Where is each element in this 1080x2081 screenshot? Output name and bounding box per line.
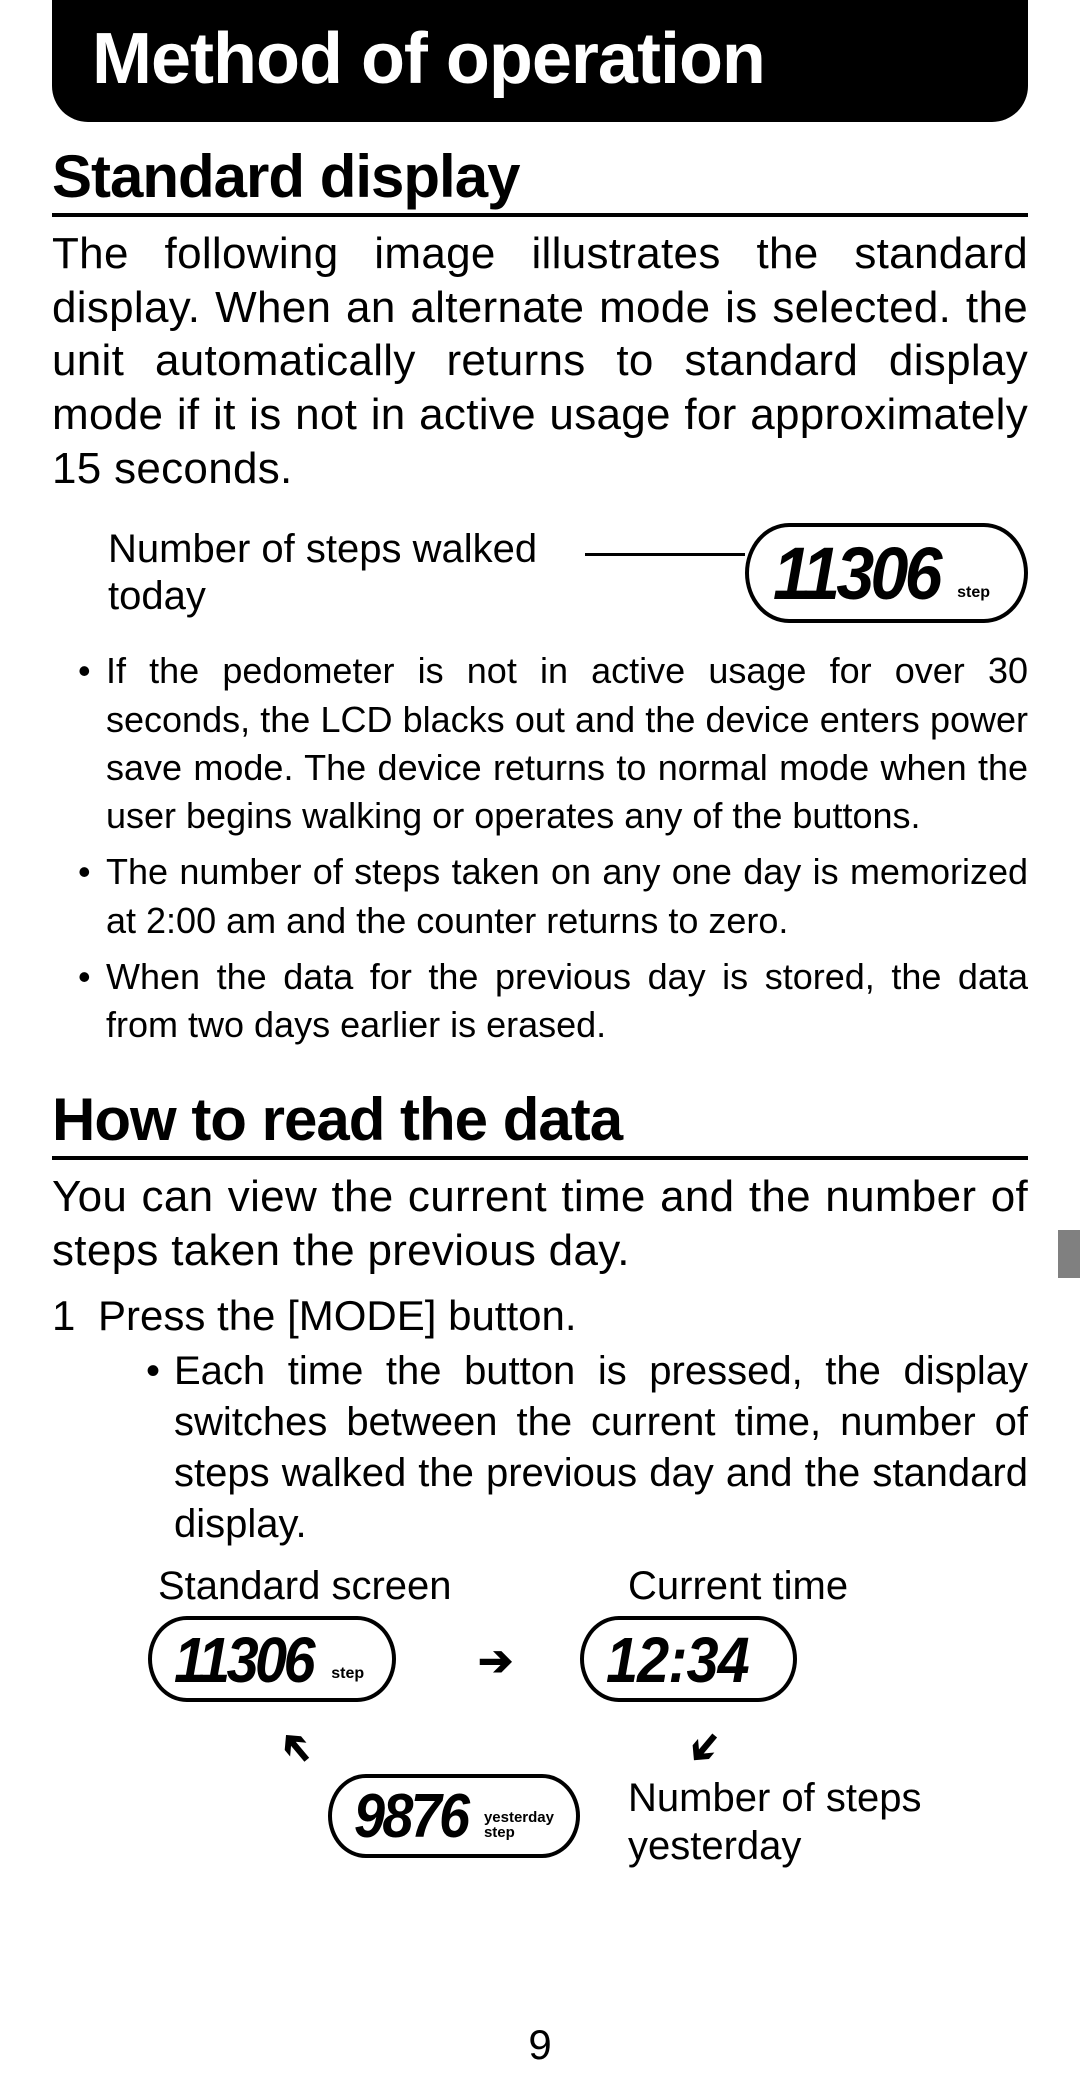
page-edge-tab — [1058, 1230, 1080, 1278]
lcd-current-time: 12:34 — [580, 1616, 797, 1702]
instruction-step-1: 1 Press the [MODE] button. — [52, 1292, 1028, 1340]
section-heading-standard-display: Standard display — [52, 142, 1028, 217]
step-number: 1 — [52, 1292, 98, 1340]
lcd-value: 12:34 — [606, 1628, 749, 1692]
arrow-right-icon: ➔ — [478, 1636, 513, 1685]
lcd-step-unit: step — [957, 585, 990, 601]
instruction-list: 1 Press the [MODE] button. — [52, 1292, 1028, 1340]
lcd-unit: step — [331, 1666, 364, 1682]
sub-note-item: Each time the button is pressed, the dis… — [146, 1346, 1028, 1551]
step-text: Press the [MODE] button. — [98, 1292, 577, 1340]
diagram-label-time: Current time — [628, 1564, 848, 1609]
step-sub-notes: Each time the button is pressed, the dis… — [146, 1346, 1028, 1551]
standard-display-intro: The following image illustrates the stan… — [52, 227, 1028, 495]
figure-label: Number of steps walked today — [108, 526, 581, 620]
lcd-standard-screen: 11306 step — [148, 1616, 396, 1702]
lcd-step-value: 11306 — [773, 537, 939, 611]
lcd-value: 9876 — [354, 1786, 467, 1848]
mode-cycle-diagram: Standard screen Current time 11306 step … — [148, 1564, 1028, 1934]
note-item: When the data for the previous day is st… — [78, 953, 1028, 1049]
page-number: 9 — [0, 2021, 1080, 2069]
page-title-bar: Method of operation — [52, 0, 1028, 122]
page-title: Method of operation — [92, 19, 765, 99]
lcd-yesterday-steps: 9876 yesterday step — [328, 1774, 580, 1858]
standard-display-figure: Number of steps walked today 11306 step — [108, 523, 1028, 623]
read-data-intro: You can view the current time and the nu… — [52, 1170, 1028, 1277]
diagram-label-yesterday: Number of steps yesterday — [628, 1774, 1028, 1870]
arrow-downleft-icon: ➔ — [676, 1720, 736, 1778]
section-heading-read-data: How to read the data — [52, 1085, 1028, 1160]
diagram-label-standard: Standard screen — [158, 1564, 452, 1609]
leader-line — [585, 553, 745, 556]
note-item: If the pedometer is not in active usage … — [78, 647, 1028, 840]
arrow-upleft-icon: ➔ — [266, 1720, 326, 1778]
lcd-value: 11306 — [174, 1628, 312, 1692]
standard-display-notes: If the pedometer is not in active usage … — [78, 647, 1028, 1049]
lcd-standard-display: 11306 step — [745, 523, 1028, 623]
note-item: The number of steps taken on any one day… — [78, 848, 1028, 944]
lcd-unit-stack: yesterday step — [484, 1810, 554, 1840]
